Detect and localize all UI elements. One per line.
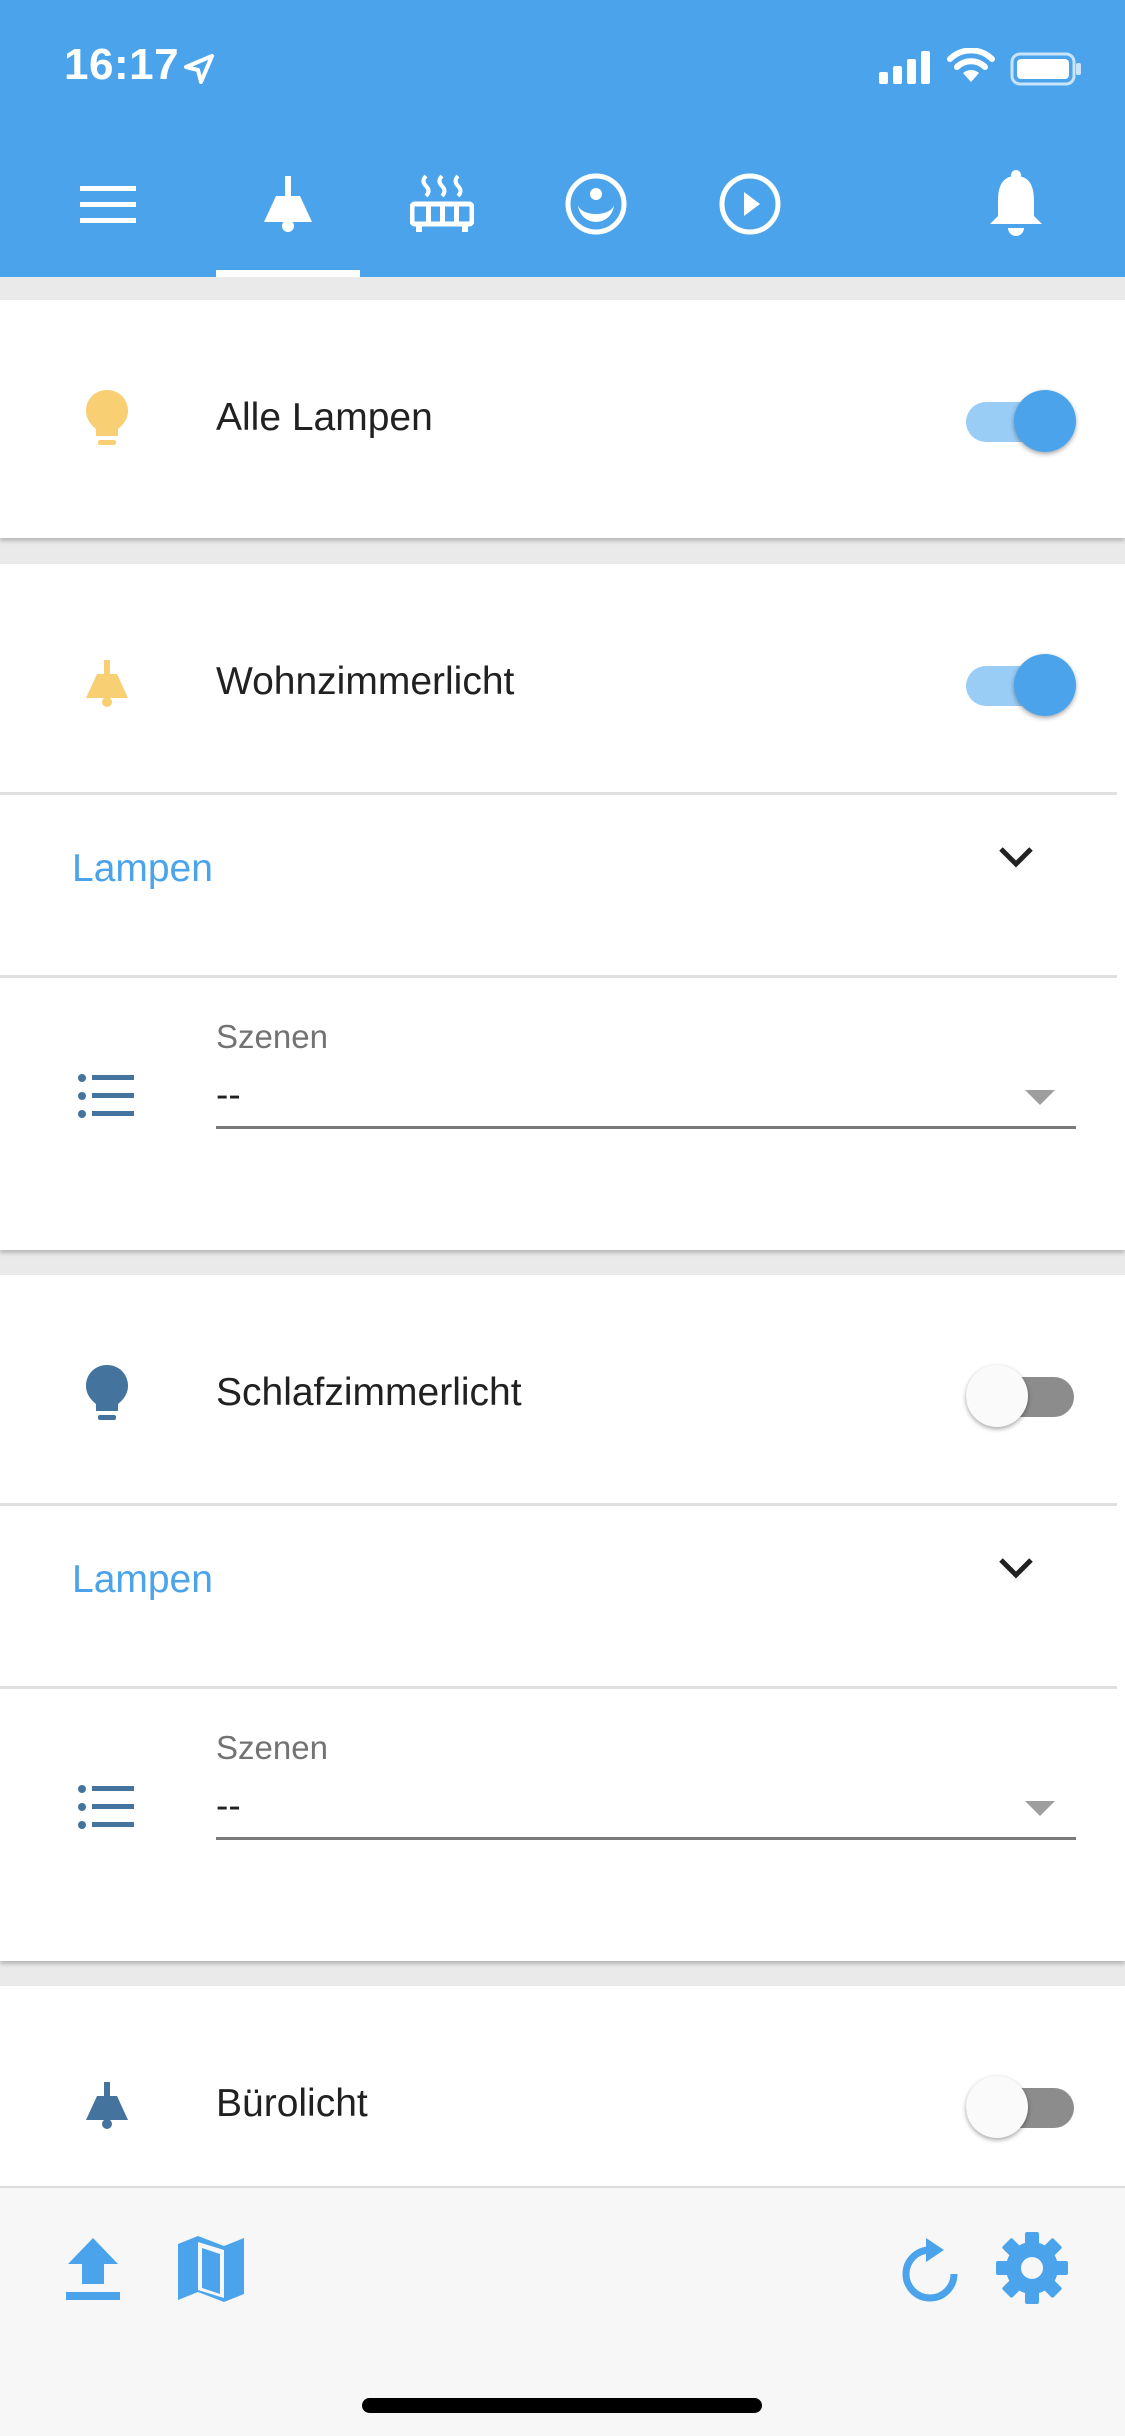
living-room-scenes-select[interactable]: Szenen --: [0, 978, 1125, 1228]
office-toggle[interactable]: [966, 2070, 1076, 2140]
lightbulb-icon: [86, 390, 128, 445]
cellular-signal-icon: [879, 51, 930, 84]
home-indicator[interactable]: [362, 2398, 762, 2413]
dropdown-arrow-icon: [1025, 1801, 1055, 1816]
upload-icon[interactable]: [64, 2236, 122, 2302]
lamps-section-label: Lampen: [72, 847, 213, 890]
wifi-icon: [947, 48, 995, 82]
bedroom-lamps-expander[interactable]: Lampen: [0, 1506, 1125, 1686]
all-lamps-card: Alle Lampen: [0, 300, 1125, 538]
living-room-card: Wohnzimmerlicht Lampen Szenen --: [0, 564, 1125, 1250]
toggle-thumb: [966, 1365, 1028, 1427]
lightbulb-icon: [86, 1365, 128, 1420]
bedroom-toggle[interactable]: [966, 1359, 1076, 1429]
menu-icon[interactable]: [80, 186, 136, 224]
living-room-label: Wohnzimmerlicht: [216, 660, 515, 703]
toggle-thumb: [1014, 390, 1076, 452]
bedroom-label: Schlafzimmerlicht: [216, 1371, 522, 1414]
living-room-lamps-expander[interactable]: Lampen: [0, 795, 1125, 975]
chevron-down-icon: [999, 847, 1033, 868]
chevron-down-icon: [999, 1558, 1033, 1579]
ceiling-lamp-icon: [86, 660, 128, 707]
play-circle-icon[interactable]: [718, 172, 782, 236]
radiator-icon[interactable]: [410, 174, 474, 234]
location-arrow-icon: [184, 54, 214, 84]
toggle-thumb: [966, 2076, 1028, 2138]
scenes-value: --: [216, 1074, 241, 1115]
bell-icon[interactable]: [986, 170, 1046, 238]
gear-icon[interactable]: [994, 2230, 1070, 2306]
dropdown-arrow-icon: [1025, 1090, 1055, 1105]
living-room-toggle[interactable]: [966, 648, 1076, 718]
lamps-section-label: Lampen: [72, 1558, 213, 1601]
select-underline: [216, 1837, 1076, 1840]
all-lamps-toggle[interactable]: [966, 384, 1076, 454]
office-label: Bürolicht: [216, 2082, 368, 2125]
battery-icon: [1010, 52, 1081, 86]
toggle-thumb: [1014, 654, 1076, 716]
ceiling-lamp-icon[interactable]: [262, 176, 314, 232]
scenes-label: Szenen: [216, 1729, 328, 1766]
scenes-label: Szenen: [216, 1018, 328, 1055]
robot-vacuum-icon[interactable]: [564, 172, 628, 236]
select-underline: [216, 1126, 1076, 1129]
ceiling-lamp-icon: [86, 2082, 128, 2129]
status-time: 16:17: [64, 40, 180, 89]
bedroom-card: Schlafzimmerlicht Lampen Szenen --: [0, 1275, 1125, 1961]
active-tab-indicator: [216, 270, 360, 277]
bedroom-scenes-select[interactable]: Szenen --: [0, 1689, 1125, 1939]
map-icon[interactable]: [176, 2234, 246, 2304]
refresh-icon[interactable]: [900, 2236, 960, 2302]
all-lamps-label: Alle Lampen: [216, 396, 433, 439]
app-header: 16:17: [0, 0, 1125, 277]
scenes-value: --: [216, 1785, 241, 1826]
